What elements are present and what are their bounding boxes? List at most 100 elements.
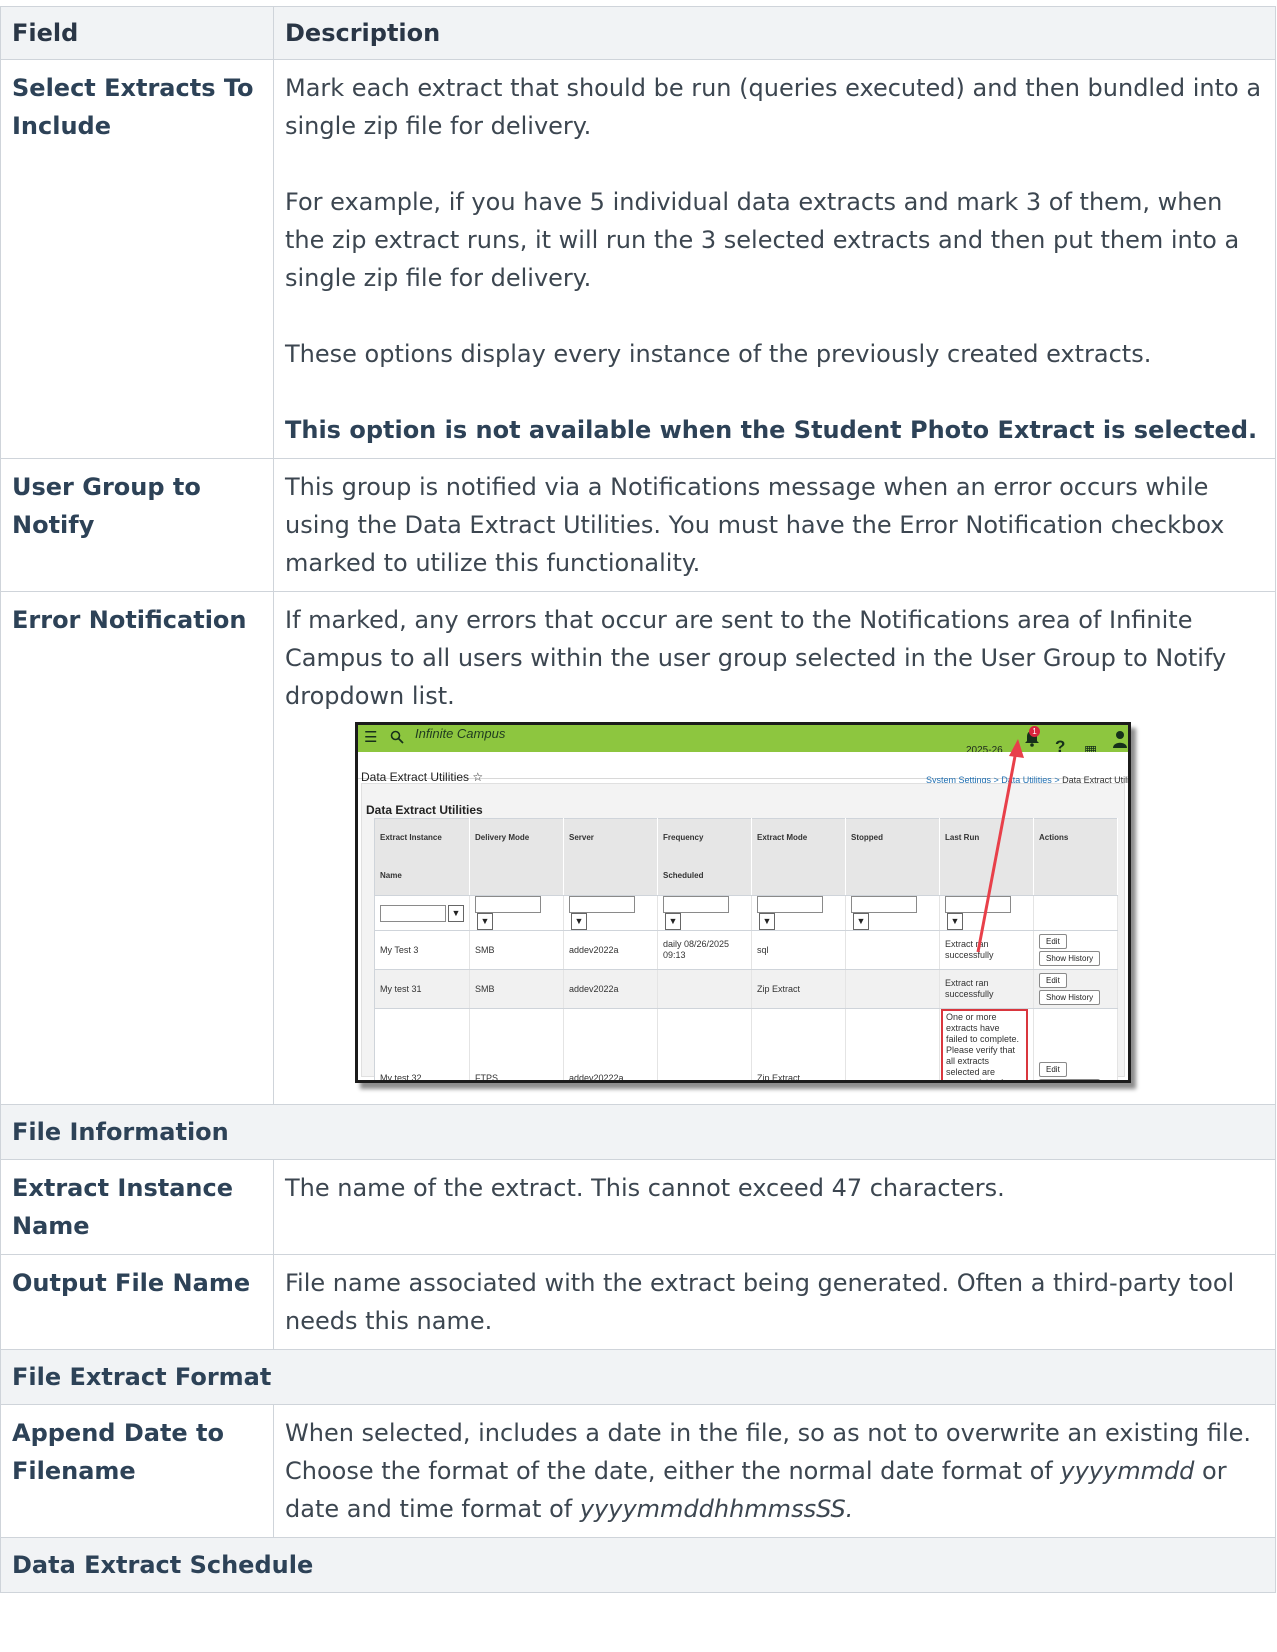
filter-input[interactable] xyxy=(380,904,446,922)
field-name: Extract Instance Name xyxy=(0,1159,274,1255)
column-header: Actions xyxy=(1033,818,1118,896)
section-title: Data Extract Schedule xyxy=(0,1537,1276,1593)
table-row: User Group to Notify This group is notif… xyxy=(0,458,1276,592)
column-header[interactable]: Stopped xyxy=(845,818,940,896)
field-description: When selected, includes a date in the fi… xyxy=(273,1404,1276,1538)
field-name: Error Notification xyxy=(0,591,274,1105)
column-header[interactable]: Server xyxy=(563,818,658,896)
extracts-table: Extract Instance Name Delivery Mode Serv… xyxy=(374,818,1118,1080)
extracts-panel: Data Extract Utilities Extract Instance … xyxy=(361,783,1125,1080)
table-row: Select Extracts To Include Mark each ext… xyxy=(0,59,1276,459)
table-row[interactable]: My test 31 SMB addev2022a Zip Extract Ex… xyxy=(374,969,1118,1009)
description-paragraph: Mark each extract that should be run (qu… xyxy=(285,74,1262,140)
description-paragraph: These options display every instance of … xyxy=(285,340,1152,368)
cell-last-run: One or more extracts have failed to comp… xyxy=(939,1008,1034,1080)
filter-icon[interactable]: ▼ xyxy=(571,913,587,930)
user-icon[interactable] xyxy=(1113,730,1127,748)
edit-button[interactable]: Edit xyxy=(1039,1062,1067,1077)
page-header: Data Extract Utilities ☆ System Settings… xyxy=(358,752,1128,785)
table-row[interactable]: My test 32 FTPS addev20222a Zip Extract … xyxy=(374,1008,1118,1080)
app-topbar: ☰ Infinite Campus 2025-26 1 ? ▦ xyxy=(358,725,1128,758)
filter-cell: ▼ xyxy=(751,895,846,931)
cell-mode: sql xyxy=(751,930,846,970)
description-text: If marked, any errors that occur are sen… xyxy=(285,606,1227,710)
description-column-header: Description xyxy=(273,6,1276,60)
section-row: File Extract Format xyxy=(0,1349,1276,1405)
description-note: This option is not available when the St… xyxy=(285,416,1258,444)
column-header[interactable]: Frequency Scheduled xyxy=(657,818,752,896)
cell-actions: Edit Show History xyxy=(1033,969,1118,1009)
field-description: This group is notified via a Notificatio… xyxy=(273,458,1276,592)
show-history-button[interactable]: Show History xyxy=(1039,951,1101,966)
search-icon[interactable] xyxy=(390,730,404,744)
cell-delivery: FTPS xyxy=(469,1008,564,1080)
description-paragraph: For example, if you have 5 individual da… xyxy=(285,188,1240,292)
cell-actions: Edit Show History xyxy=(1033,930,1118,970)
column-header[interactable]: Extract Mode xyxy=(751,818,846,896)
filter-input[interactable] xyxy=(663,896,729,913)
cell-name: My test 31 xyxy=(374,969,470,1009)
cell-delivery: SMB xyxy=(469,969,564,1009)
section-row: Data Extract Schedule xyxy=(0,1537,1276,1593)
cell-server: addev20222a xyxy=(563,1008,658,1080)
embedded-screenshot: ☰ Infinite Campus 2025-26 1 ? ▦ Data Ext… xyxy=(355,722,1131,1083)
cell-server: addev2022a xyxy=(563,969,658,1009)
extracts-header-row: Extract Instance Name Delivery Mode Serv… xyxy=(374,818,1118,896)
filter-cell: ▼ xyxy=(939,895,1034,931)
edit-button[interactable]: Edit xyxy=(1039,973,1067,988)
filter-icon[interactable]: ▼ xyxy=(665,913,681,930)
table-row[interactable]: My Test 3 SMB addev2022a daily 08/26/202… xyxy=(374,930,1118,970)
filter-icon[interactable]: ▼ xyxy=(477,913,493,930)
datetime-format-example: yyyymmddhhmmssSS. xyxy=(579,1495,854,1523)
field-description: Mark each extract that should be run (qu… xyxy=(273,59,1276,459)
filter-cell: ▼ xyxy=(563,895,658,931)
column-header[interactable]: Delivery Mode xyxy=(469,818,564,896)
cell-stopped xyxy=(845,930,940,970)
notification-count-badge: 1 xyxy=(1029,726,1040,737)
filter-input[interactable] xyxy=(945,896,1011,913)
show-history-button[interactable]: Show History xyxy=(1039,990,1101,1005)
field-name: User Group to Notify xyxy=(0,458,274,592)
cell-actions: Edit Show History xyxy=(1033,1008,1118,1080)
filter-cell: ▼ xyxy=(374,895,470,931)
filter-cell xyxy=(1033,895,1118,931)
cell-stopped xyxy=(845,969,940,1009)
filter-icon[interactable]: ▼ xyxy=(448,904,464,922)
menu-icon[interactable]: ☰ xyxy=(364,729,377,747)
cell-frequency xyxy=(657,1008,752,1080)
cell-last-run: Extract ran successfully xyxy=(939,969,1034,1009)
table-header-row: Field Description xyxy=(0,6,1276,60)
cell-frequency xyxy=(657,969,752,1009)
field-column-header: Field xyxy=(0,6,274,60)
cell-delivery: SMB xyxy=(469,930,564,970)
field-name: Append Date to Filename xyxy=(0,1404,274,1538)
filter-input[interactable] xyxy=(475,896,541,913)
filter-input[interactable] xyxy=(757,896,823,913)
cell-mode: Zip Extract xyxy=(751,1008,846,1080)
error-highlight-box: One or more extracts have failed to comp… xyxy=(941,1009,1028,1080)
field-description: If marked, any errors that occur are sen… xyxy=(273,591,1276,1105)
filter-input[interactable] xyxy=(569,896,635,913)
table-row: Append Date to Filename When selected, i… xyxy=(0,1404,1276,1538)
show-history-button[interactable]: Show History xyxy=(1039,1079,1101,1080)
filter-cell: ▼ xyxy=(469,895,564,931)
cell-name: My test 32 xyxy=(374,1008,470,1080)
field-description: File name associated with the extract be… xyxy=(273,1254,1276,1350)
edit-button[interactable]: Edit xyxy=(1039,934,1067,949)
filter-cell: ▼ xyxy=(845,895,940,931)
filter-icon[interactable]: ▼ xyxy=(759,913,775,930)
field-name: Select Extracts To Include xyxy=(0,59,274,459)
section-title: File Information xyxy=(0,1104,1276,1160)
filter-icon[interactable]: ▼ xyxy=(947,913,963,930)
column-header[interactable]: Last Run xyxy=(939,818,1034,896)
table-row: Extract Instance Name The name of the ex… xyxy=(0,1159,1276,1255)
section-row: File Information xyxy=(0,1104,1276,1160)
campus-logo: Infinite Campus xyxy=(415,726,506,741)
filter-input[interactable] xyxy=(851,896,917,913)
table-row: Error Notification If marked, any errors… xyxy=(0,591,1276,1105)
column-header[interactable]: Extract Instance Name xyxy=(374,818,470,896)
field-name: Output File Name xyxy=(0,1254,274,1350)
filter-icon[interactable]: ▼ xyxy=(853,913,869,930)
field-description: The name of the extract. This cannot exc… xyxy=(273,1159,1276,1255)
cell-frequency: daily 08/26/2025 09:13 xyxy=(657,930,752,970)
